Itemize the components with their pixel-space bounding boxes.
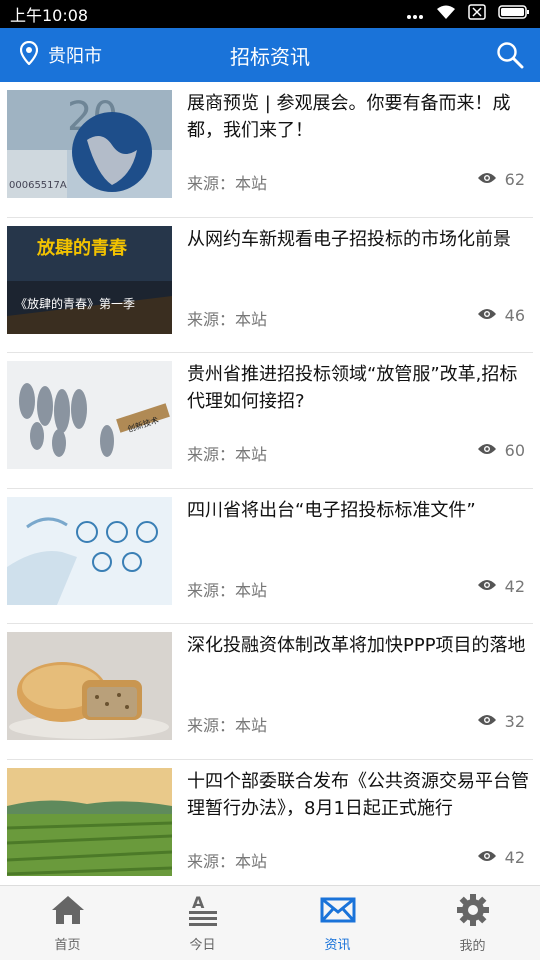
dots-icon [406, 5, 424, 24]
article-source: 来源：本站 [187, 309, 268, 329]
view-count-value: 60 [504, 441, 525, 460]
tab-mine[interactable]: 我的 [405, 886, 540, 960]
article-title: 展商预览 | 参观展会。你要有备而来！成都，我们来了！ [187, 93, 511, 141]
article-source: 来源：本站 [187, 716, 268, 735]
article-source: 来源：本站 [187, 580, 268, 600]
view-count: 42 [477, 577, 525, 596]
list-item[interactable]: 放肆的青春 《放肆的青春》第一季 从网约车新规看电子招投标的市场化前景 来源：本… [7, 218, 533, 353]
view-count: 42 [477, 848, 525, 867]
sim-icon [468, 4, 486, 24]
view-count-value: 46 [504, 305, 525, 325]
status-icons [406, 4, 530, 24]
location-selector[interactable]: 贵阳市 [0, 40, 170, 70]
tab-today[interactable]: A 今日 [135, 886, 270, 960]
eye-icon [477, 306, 497, 325]
article-thumbnail [7, 767, 172, 876]
location-label: 贵阳市 [48, 46, 102, 67]
view-count: 46 [477, 306, 525, 325]
app-header: 贵阳市 招标资讯 [0, 28, 540, 82]
wifi-icon [436, 4, 456, 24]
svg-text:00065517A: 00065517A [9, 180, 67, 191]
article-thumbnail [7, 496, 172, 605]
eye-icon [477, 712, 497, 731]
svg-text:放肆的青春: 放肆的青春 [36, 237, 128, 259]
today-icon: A [185, 893, 221, 934]
thumbnail-caption: 《放肆的青春》第一季 [15, 296, 135, 311]
article-title: 四川省将出台“电子招投标标准文件” [187, 499, 476, 521]
article-thumbnail: 创新技术 [7, 361, 172, 469]
eye-icon [477, 848, 497, 867]
tab-home[interactable]: 首页 [0, 886, 135, 960]
gear-icon [455, 893, 491, 935]
tab-label: 我的 [459, 938, 486, 954]
eye-icon [477, 577, 497, 596]
list-item[interactable]: 四川省将出台“电子招投标标准文件” 来源：本站 42 [7, 489, 533, 624]
status-time: 上午10:08 [10, 6, 89, 25]
list-item[interactable]: 创新技术 贵州省推进招投标领域“放管服”改革,招标代理如何接招? 来源：本站 6… [7, 353, 533, 489]
article-list: 20 00065517A 展商预览 | 参观展会。你要有备而来！成都，我们来了！… [0, 82, 540, 885]
article-thumbnail: 放肆的青春 《放肆的青春》第一季 [7, 225, 172, 334]
location-pin-icon [19, 40, 48, 70]
article-source: 来源：本站 [187, 445, 268, 464]
search-icon[interactable] [496, 41, 524, 73]
view-count-value: 42 [504, 576, 525, 596]
mail-icon [320, 894, 356, 934]
article-source: 来源：本站 [187, 174, 268, 193]
article-source: 来源：本站 [187, 851, 268, 871]
list-item[interactable]: 20 00065517A 展商预览 | 参观展会。你要有备而来！成都，我们来了！… [7, 82, 533, 218]
article-title: 从网约车新规看电子招投标的市场化前景 [187, 228, 511, 250]
eye-icon [477, 170, 497, 189]
tab-label: 今日 [189, 937, 216, 953]
article-title: 深化投融资体制改革将加快PPP项目的落地 [187, 635, 526, 656]
tab-label: 资讯 [324, 937, 351, 953]
article-title: 十四个部委联合发布《公共资源交易平台管理暂行办法》，8月1日起正式施行 [187, 770, 529, 819]
view-count-value: 62 [504, 170, 525, 189]
list-item[interactable]: 十四个部委联合发布《公共资源交易平台管理暂行办法》，8月1日起正式施行 来源：本… [7, 760, 533, 886]
view-count-value: 32 [504, 712, 525, 731]
view-count: 32 [477, 712, 525, 731]
status-bar: 上午10:08 [0, 0, 540, 28]
bottom-tab-bar: 首页 A 今日 资讯 我的 [0, 885, 540, 960]
tab-label: 首页 [54, 937, 81, 953]
list-item[interactable]: 深化投融资体制改革将加快PPP项目的落地 来源：本站 32 [7, 624, 533, 760]
view-count: 62 [477, 170, 525, 189]
article-thumbnail: 20 00065517A [7, 90, 172, 198]
battery-icon [498, 4, 530, 24]
view-count: 60 [477, 441, 525, 460]
home-icon [50, 894, 86, 934]
tab-news[interactable]: 资讯 [270, 886, 405, 960]
article-thumbnail [7, 632, 172, 740]
eye-icon [477, 441, 497, 460]
article-title: 贵州省推进招投标领域“放管服”改革,招标代理如何接招? [187, 364, 518, 412]
svg-text:A: A [192, 894, 205, 912]
view-count-value: 42 [504, 847, 525, 867]
